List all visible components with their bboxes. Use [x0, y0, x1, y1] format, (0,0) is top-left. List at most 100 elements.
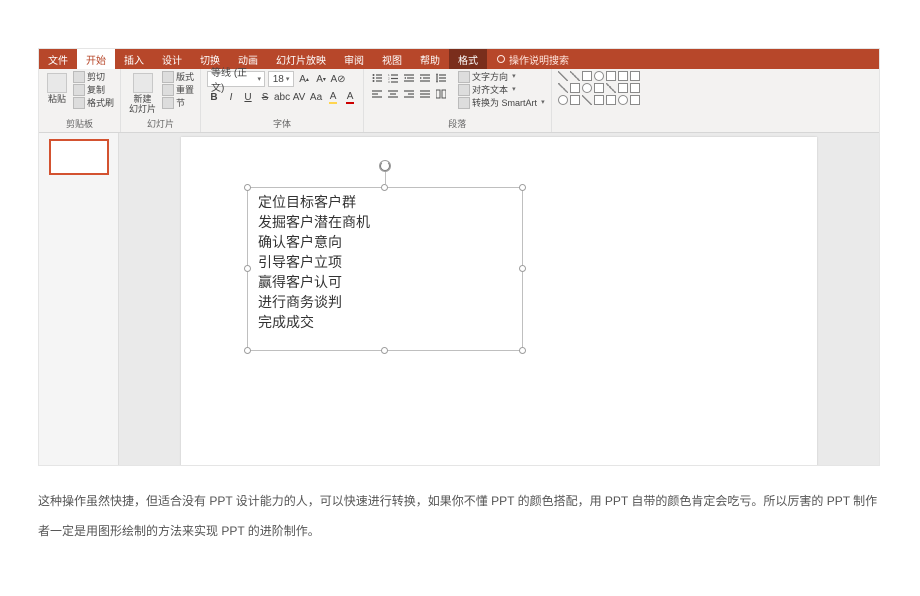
section-label: 节	[176, 97, 185, 109]
change-case-button[interactable]: Aa	[309, 90, 323, 104]
shape-rect-icon[interactable]	[582, 71, 592, 81]
font-color-button[interactable]: A	[343, 90, 357, 104]
shape-rect-icon[interactable]	[570, 95, 580, 105]
shape-oval-icon[interactable]	[582, 83, 592, 93]
section-button[interactable]: 节	[162, 97, 194, 109]
columns-button[interactable]	[434, 87, 448, 101]
chevron-down-icon: ▾	[258, 75, 262, 83]
tab-home[interactable]: 开始	[77, 49, 115, 69]
slide[interactable]: 定位目标客户群 发掘客户潜在商机 确认客户意向 引导客户立项 赢得客户认可 进行…	[181, 137, 817, 466]
resize-handle-mt[interactable]	[381, 184, 388, 191]
italic-button[interactable]: I	[224, 90, 238, 104]
shape-rect-icon[interactable]	[618, 83, 628, 93]
cut-button[interactable]: 剪切	[73, 71, 114, 83]
tab-insert[interactable]: 插入	[115, 49, 153, 69]
clear-format-button[interactable]: A⊘	[331, 72, 345, 86]
layout-button[interactable]: 版式	[162, 71, 194, 83]
resize-handle-ml[interactable]	[244, 265, 251, 272]
text-direction-button[interactable]: 文字方向▾	[458, 71, 545, 83]
shape-line-icon[interactable]	[606, 83, 616, 93]
shape-rect-icon[interactable]	[606, 71, 616, 81]
increase-indent-button[interactable]	[418, 71, 432, 85]
font-name-combo[interactable]: 等线 (正文)▾	[207, 71, 265, 87]
shape-rect-icon[interactable]	[594, 95, 604, 105]
group-font: 等线 (正文)▾ 18▾ A▴ A▾ A⊘ B I U S abc AV Aa …	[201, 69, 364, 132]
reset-icon	[162, 84, 174, 96]
brush-icon	[73, 97, 85, 109]
shape-line-icon[interactable]	[582, 95, 592, 105]
resize-handle-br[interactable]	[519, 347, 526, 354]
slide-canvas-area[interactable]: 定位目标客户群 发掘客户潜在商机 确认客户意向 引导客户立项 赢得客户认可 进行…	[119, 133, 879, 465]
reset-button[interactable]: 重置	[162, 84, 194, 96]
highlight-button[interactable]: A	[326, 90, 340, 104]
new-slide-button[interactable]: 新建 幻灯片	[127, 71, 158, 116]
tab-help[interactable]: 帮助	[411, 49, 449, 69]
group-slides: 新建 幻灯片 版式 重置 节 幻灯片	[121, 69, 201, 132]
font-size-combo[interactable]: 18▾	[268, 71, 294, 87]
grow-font-button[interactable]: A▴	[297, 72, 311, 86]
tab-slideshow[interactable]: 幻灯片放映	[267, 49, 335, 69]
resize-handle-mb[interactable]	[381, 347, 388, 354]
paste-button[interactable]: 粘贴	[45, 71, 69, 106]
tab-design[interactable]: 设计	[153, 49, 191, 69]
smartart-label: 转换为 SmartArt	[472, 97, 537, 109]
bullets-button[interactable]	[370, 71, 384, 85]
copy-button[interactable]: 复制	[73, 84, 114, 96]
shape-rect-icon[interactable]	[594, 83, 604, 93]
tell-me-search[interactable]: 操作说明搜索	[487, 49, 579, 69]
resize-handle-tl[interactable]	[244, 184, 251, 191]
strike-button[interactable]: S	[258, 90, 272, 104]
textbox-content[interactable]: 定位目标客户群 发掘客户潜在商机 确认客户意向 引导客户立项 赢得客户认可 进行…	[248, 188, 522, 340]
layout-icon	[162, 71, 174, 83]
align-text-button[interactable]: 对齐文本▾	[458, 84, 545, 96]
cut-label: 剪切	[87, 71, 105, 83]
tab-format[interactable]: 格式	[449, 49, 487, 69]
shape-rect-icon[interactable]	[618, 71, 628, 81]
slide-thumbnail-1[interactable]	[49, 139, 109, 175]
char-spacing-button[interactable]: AV	[292, 90, 306, 104]
paste-icon	[47, 73, 67, 93]
resize-handle-bl[interactable]	[244, 347, 251, 354]
reset-label: 重置	[176, 84, 194, 96]
shadow-button[interactable]: abc	[275, 90, 289, 104]
numbering-button[interactable]: 123	[386, 71, 400, 85]
tab-review[interactable]: 审阅	[335, 49, 373, 69]
shape-rect-icon[interactable]	[630, 71, 640, 81]
align-left-button[interactable]	[370, 87, 384, 101]
paste-label: 粘贴	[48, 94, 66, 104]
tab-file[interactable]: 文件	[39, 49, 77, 69]
format-painter-button[interactable]: 格式刷	[73, 97, 114, 109]
align-right-button[interactable]	[402, 87, 416, 101]
shape-line-icon[interactable]	[558, 71, 568, 81]
resize-handle-tr[interactable]	[519, 184, 526, 191]
shape-line-icon[interactable]	[570, 71, 580, 81]
shape-oval-icon[interactable]	[558, 95, 568, 105]
textbox-line: 定位目标客户群	[258, 194, 514, 214]
bold-button[interactable]: B	[207, 90, 221, 104]
underline-button[interactable]: U	[241, 90, 255, 104]
shrink-font-button[interactable]: A▾	[314, 72, 328, 86]
shape-rect-icon[interactable]	[570, 83, 580, 93]
shape-oval-icon[interactable]	[594, 71, 604, 81]
smartart-button[interactable]: 转换为 SmartArt▾	[458, 97, 545, 109]
workspace: 定位目标客户群 发掘客户潜在商机 确认客户意向 引导客户立项 赢得客户认可 进行…	[39, 133, 879, 465]
shape-rect-icon[interactable]	[630, 83, 640, 93]
decrease-indent-button[interactable]	[402, 71, 416, 85]
textbox-line: 赢得客户认可	[258, 274, 514, 294]
shape-rect-icon[interactable]	[630, 95, 640, 105]
shapes-gallery[interactable]	[558, 71, 640, 105]
group-paragraph: 123 文字方向▾ 对齐文本▾ 转换为 SmartArt▾	[364, 69, 552, 132]
line-spacing-button[interactable]	[434, 71, 448, 85]
selected-textbox[interactable]: 定位目标客户群 发掘客户潜在商机 确认客户意向 引导客户立项 赢得客户认可 进行…	[247, 187, 523, 351]
align-center-button[interactable]	[386, 87, 400, 101]
tab-view[interactable]: 视图	[373, 49, 411, 69]
tell-me-label: 操作说明搜索	[509, 52, 569, 67]
shape-oval-icon[interactable]	[618, 95, 628, 105]
align-text-icon	[458, 84, 470, 96]
shape-arrow-icon[interactable]	[558, 83, 568, 93]
resize-handle-mr[interactable]	[519, 265, 526, 272]
rotation-stem	[385, 170, 386, 184]
shape-rect-icon[interactable]	[606, 95, 616, 105]
rotation-handle[interactable]	[379, 160, 391, 172]
justify-button[interactable]	[418, 87, 432, 101]
